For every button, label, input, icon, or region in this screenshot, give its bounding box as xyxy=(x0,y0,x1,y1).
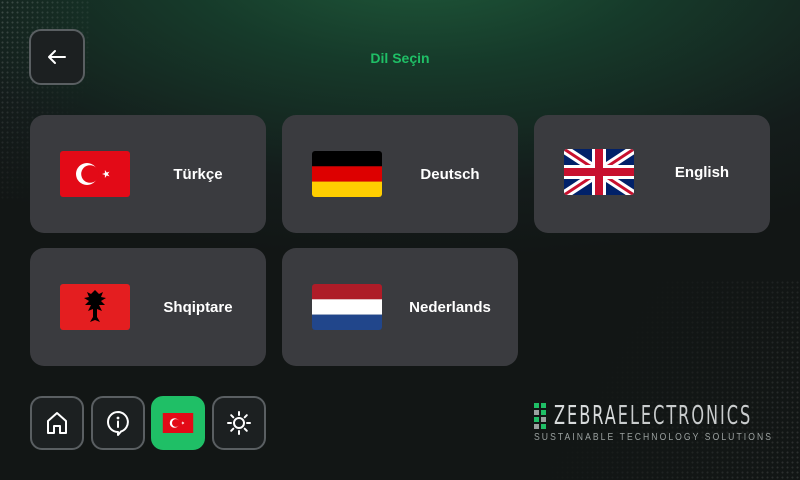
language-label: English xyxy=(674,163,730,181)
netherlands-flag-icon xyxy=(312,284,382,330)
company-logo: ZEBRAELECTRONICS SUSTAINABLE TECHNOLOGY … xyxy=(532,401,772,445)
language-card-english[interactable]: English xyxy=(534,115,770,233)
turkey-flag-icon xyxy=(60,151,130,197)
zebra-logo-icon xyxy=(534,403,546,429)
albania-flag-icon xyxy=(60,284,130,330)
uk-flag-icon xyxy=(564,149,634,195)
language-label: Nederlands xyxy=(409,298,491,316)
brightness-icon xyxy=(227,411,251,435)
language-card-dutch[interactable]: Nederlands xyxy=(282,248,518,366)
info-icon xyxy=(107,411,129,436)
language-card-turkish[interactable]: Türkçe xyxy=(30,115,266,233)
germany-flag-icon xyxy=(312,151,382,197)
language-label: Türkçe xyxy=(173,165,223,183)
logo-wordmark: ZEBRAELECTRONICS xyxy=(554,401,752,431)
logo-tagline: SUSTAINABLE TECHNOLOGY SOLUTIONS xyxy=(534,432,774,443)
turkey-flag-icon xyxy=(162,413,194,433)
info-button[interactable] xyxy=(91,396,145,450)
logo-brand-a: ZEBRA xyxy=(554,401,618,431)
language-card-albanian[interactable]: Shqiptare xyxy=(30,248,266,366)
language-label: Shqiptare xyxy=(163,298,233,316)
home-icon xyxy=(47,412,67,434)
home-button[interactable] xyxy=(30,396,84,450)
current-language-button[interactable] xyxy=(151,396,205,450)
logo-brand-b: ELECTRONICS xyxy=(617,401,753,431)
brightness-button[interactable] xyxy=(212,396,266,450)
page-title: Dil Seçin xyxy=(370,50,430,66)
language-card-german[interactable]: Deutsch xyxy=(282,115,518,233)
language-label: Deutsch xyxy=(420,165,480,183)
background-dot-pattern xyxy=(500,280,800,480)
